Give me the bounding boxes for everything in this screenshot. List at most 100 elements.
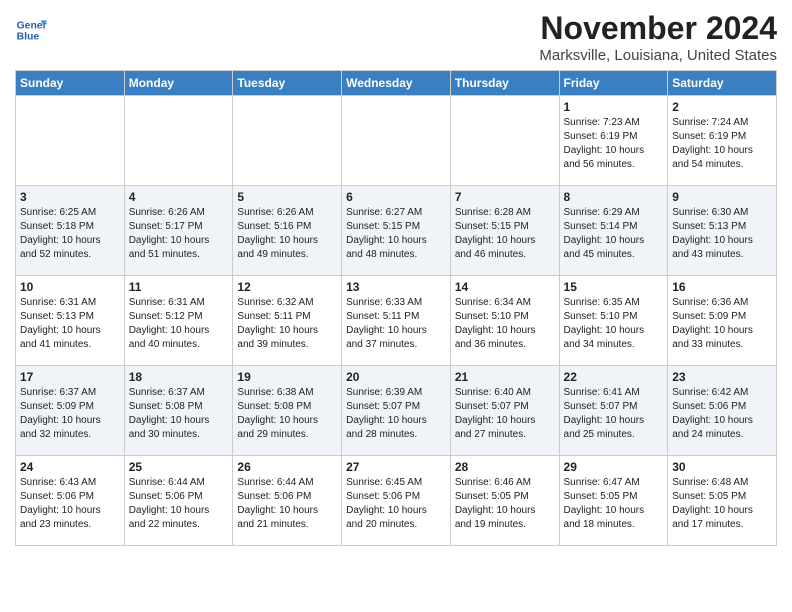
day-number: 17 (20, 370, 120, 384)
calendar-table: Sunday Monday Tuesday Wednesday Thursday… (15, 70, 777, 546)
day-number: 15 (564, 280, 664, 294)
cell-info: Sunrise: 6:44 AM Sunset: 5:06 PM Dayligh… (237, 476, 337, 532)
cell-info: Sunrise: 6:30 AM Sunset: 5:13 PM Dayligh… (672, 206, 772, 262)
cell-info: Sunrise: 6:36 AM Sunset: 5:09 PM Dayligh… (672, 296, 772, 352)
calendar-cell: 22 Sunrise: 6:41 AM Sunset: 5:07 PM Dayli… (559, 366, 668, 456)
calendar-cell: 27 Sunrise: 6:45 AM Sunset: 5:06 PM Dayli… (342, 456, 451, 546)
cell-info: Sunrise: 6:42 AM Sunset: 5:06 PM Dayligh… (672, 386, 772, 442)
logo-icon: General Blue (15, 14, 47, 46)
calendar-cell: 29 Sunrise: 6:47 AM Sunset: 5:05 PM Dayli… (559, 456, 668, 546)
cell-info: Sunrise: 6:25 AM Sunset: 5:18 PM Dayligh… (20, 206, 120, 262)
calendar-cell: 24Sunrise: 6:43 AM Sunset: 5:06 PM Dayli… (16, 456, 125, 546)
day-number: 6 (346, 190, 446, 204)
calendar-cell: 20 Sunrise: 6:39 AM Sunset: 5:07 PM Dayli… (342, 366, 451, 456)
day-number: 21 (455, 370, 555, 384)
calendar-cell: 11 Sunrise: 6:31 AM Sunset: 5:12 PM Dayli… (124, 276, 233, 366)
col-monday: Monday (124, 71, 233, 96)
calendar-cell: 2 Sunrise: 7:24 AM Sunset: 6:19 PM Daylig… (668, 96, 777, 186)
day-number: 30 (672, 460, 772, 474)
calendar-cell: 18 Sunrise: 6:37 AM Sunset: 5:08 PM Dayli… (124, 366, 233, 456)
cell-info: Sunrise: 6:45 AM Sunset: 5:06 PM Dayligh… (346, 476, 446, 532)
cell-info: Sunrise: 6:37 AM Sunset: 5:08 PM Dayligh… (129, 386, 229, 442)
day-number: 26 (237, 460, 337, 474)
cell-info: Sunrise: 6:26 AM Sunset: 5:17 PM Dayligh… (129, 206, 229, 262)
cell-info: Sunrise: 6:35 AM Sunset: 5:10 PM Dayligh… (564, 296, 664, 352)
calendar-cell: 16 Sunrise: 6:36 AM Sunset: 5:09 PM Dayli… (668, 276, 777, 366)
calendar-cell (124, 96, 233, 186)
calendar-cell: 28 Sunrise: 6:46 AM Sunset: 5:05 PM Dayli… (450, 456, 559, 546)
calendar-cell: 26 Sunrise: 6:44 AM Sunset: 5:06 PM Dayli… (233, 456, 342, 546)
cell-info: Sunrise: 6:37 AM Sunset: 5:09 PM Dayligh… (20, 386, 120, 442)
cell-info: Sunrise: 6:29 AM Sunset: 5:14 PM Dayligh… (564, 206, 664, 262)
cell-info: Sunrise: 6:31 AM Sunset: 5:13 PM Dayligh… (20, 296, 120, 352)
day-number: 19 (237, 370, 337, 384)
cell-info: Sunrise: 7:24 AM Sunset: 6:19 PM Dayligh… (672, 116, 772, 172)
day-number: 10 (20, 280, 120, 294)
col-tuesday: Tuesday (233, 71, 342, 96)
col-wednesday: Wednesday (342, 71, 451, 96)
calendar-cell: 30Sunrise: 6:48 AM Sunset: 5:05 PM Dayli… (668, 456, 777, 546)
calendar-cell: 21Sunrise: 6:40 AM Sunset: 5:07 PM Dayli… (450, 366, 559, 456)
calendar-cell: 8Sunrise: 6:29 AM Sunset: 5:14 PM Daylig… (559, 186, 668, 276)
calendar-cell: 1 Sunrise: 7:23 AM Sunset: 6:19 PM Daylig… (559, 96, 668, 186)
calendar-cell: 4 Sunrise: 6:26 AM Sunset: 5:17 PM Daylig… (124, 186, 233, 276)
day-number: 1 (564, 100, 664, 114)
cell-info: Sunrise: 6:31 AM Sunset: 5:12 PM Dayligh… (129, 296, 229, 352)
calendar-header-row: Sunday Monday Tuesday Wednesday Thursday… (16, 71, 777, 96)
cell-info: Sunrise: 7:23 AM Sunset: 6:19 PM Dayligh… (564, 116, 664, 172)
calendar-cell (450, 96, 559, 186)
logo: General Blue (15, 14, 47, 46)
day-number: 7 (455, 190, 555, 204)
calendar-cell: 25 Sunrise: 6:44 AM Sunset: 5:06 PM Dayli… (124, 456, 233, 546)
calendar-subtitle: Marksville, Louisiana, United States (539, 47, 777, 64)
cell-info: Sunrise: 6:38 AM Sunset: 5:08 PM Dayligh… (237, 386, 337, 442)
cell-info: Sunrise: 6:27 AM Sunset: 5:15 PM Dayligh… (346, 206, 446, 262)
calendar-cell: 9 Sunrise: 6:30 AM Sunset: 5:13 PM Daylig… (668, 186, 777, 276)
day-number: 3 (20, 190, 120, 204)
calendar-week-row: 24Sunrise: 6:43 AM Sunset: 5:06 PM Dayli… (16, 456, 777, 546)
day-number: 23 (672, 370, 772, 384)
cell-info: Sunrise: 6:41 AM Sunset: 5:07 PM Dayligh… (564, 386, 664, 442)
calendar-cell: 15 Sunrise: 6:35 AM Sunset: 5:10 PM Dayli… (559, 276, 668, 366)
cell-info: Sunrise: 6:46 AM Sunset: 5:05 PM Dayligh… (455, 476, 555, 532)
col-friday: Friday (559, 71, 668, 96)
day-number: 16 (672, 280, 772, 294)
day-number: 11 (129, 280, 229, 294)
svg-text:Blue: Blue (17, 32, 40, 43)
day-number: 12 (237, 280, 337, 294)
cell-info: Sunrise: 6:39 AM Sunset: 5:07 PM Dayligh… (346, 386, 446, 442)
day-number: 29 (564, 460, 664, 474)
day-number: 2 (672, 100, 772, 114)
calendar-cell: 3 Sunrise: 6:25 AM Sunset: 5:18 PM Daylig… (16, 186, 125, 276)
calendar-cell: 19 Sunrise: 6:38 AM Sunset: 5:08 PM Dayli… (233, 366, 342, 456)
day-number: 25 (129, 460, 229, 474)
day-number: 27 (346, 460, 446, 474)
calendar-week-row: 1 Sunrise: 7:23 AM Sunset: 6:19 PM Daylig… (16, 96, 777, 186)
day-number: 9 (672, 190, 772, 204)
calendar-cell: 7 Sunrise: 6:28 AM Sunset: 5:15 PM Daylig… (450, 186, 559, 276)
day-number: 4 (129, 190, 229, 204)
cell-info: Sunrise: 6:34 AM Sunset: 5:10 PM Dayligh… (455, 296, 555, 352)
title-block: November 2024 Marksville, Louisiana, Uni… (539, 10, 777, 64)
day-number: 28 (455, 460, 555, 474)
cell-info: Sunrise: 6:26 AM Sunset: 5:16 PM Dayligh… (237, 206, 337, 262)
day-number: 20 (346, 370, 446, 384)
day-number: 24 (20, 460, 120, 474)
cell-info: Sunrise: 6:44 AM Sunset: 5:06 PM Dayligh… (129, 476, 229, 532)
col-thursday: Thursday (450, 71, 559, 96)
calendar-cell (233, 96, 342, 186)
col-saturday: Saturday (668, 71, 777, 96)
day-number: 13 (346, 280, 446, 294)
calendar-cell (342, 96, 451, 186)
cell-info: Sunrise: 6:33 AM Sunset: 5:11 PM Dayligh… (346, 296, 446, 352)
calendar-title: November 2024 (539, 10, 777, 47)
cell-info: Sunrise: 6:28 AM Sunset: 5:15 PM Dayligh… (455, 206, 555, 262)
day-number: 18 (129, 370, 229, 384)
calendar-cell: 10 Sunrise: 6:31 AM Sunset: 5:13 PM Dayli… (16, 276, 125, 366)
cell-info: Sunrise: 6:47 AM Sunset: 5:05 PM Dayligh… (564, 476, 664, 532)
day-number: 5 (237, 190, 337, 204)
page-container: General Blue November 2024 Marksville, L… (0, 0, 792, 561)
cell-info: Sunrise: 6:32 AM Sunset: 5:11 PM Dayligh… (237, 296, 337, 352)
calendar-cell: 12 Sunrise: 6:32 AM Sunset: 5:11 PM Dayli… (233, 276, 342, 366)
day-number: 22 (564, 370, 664, 384)
